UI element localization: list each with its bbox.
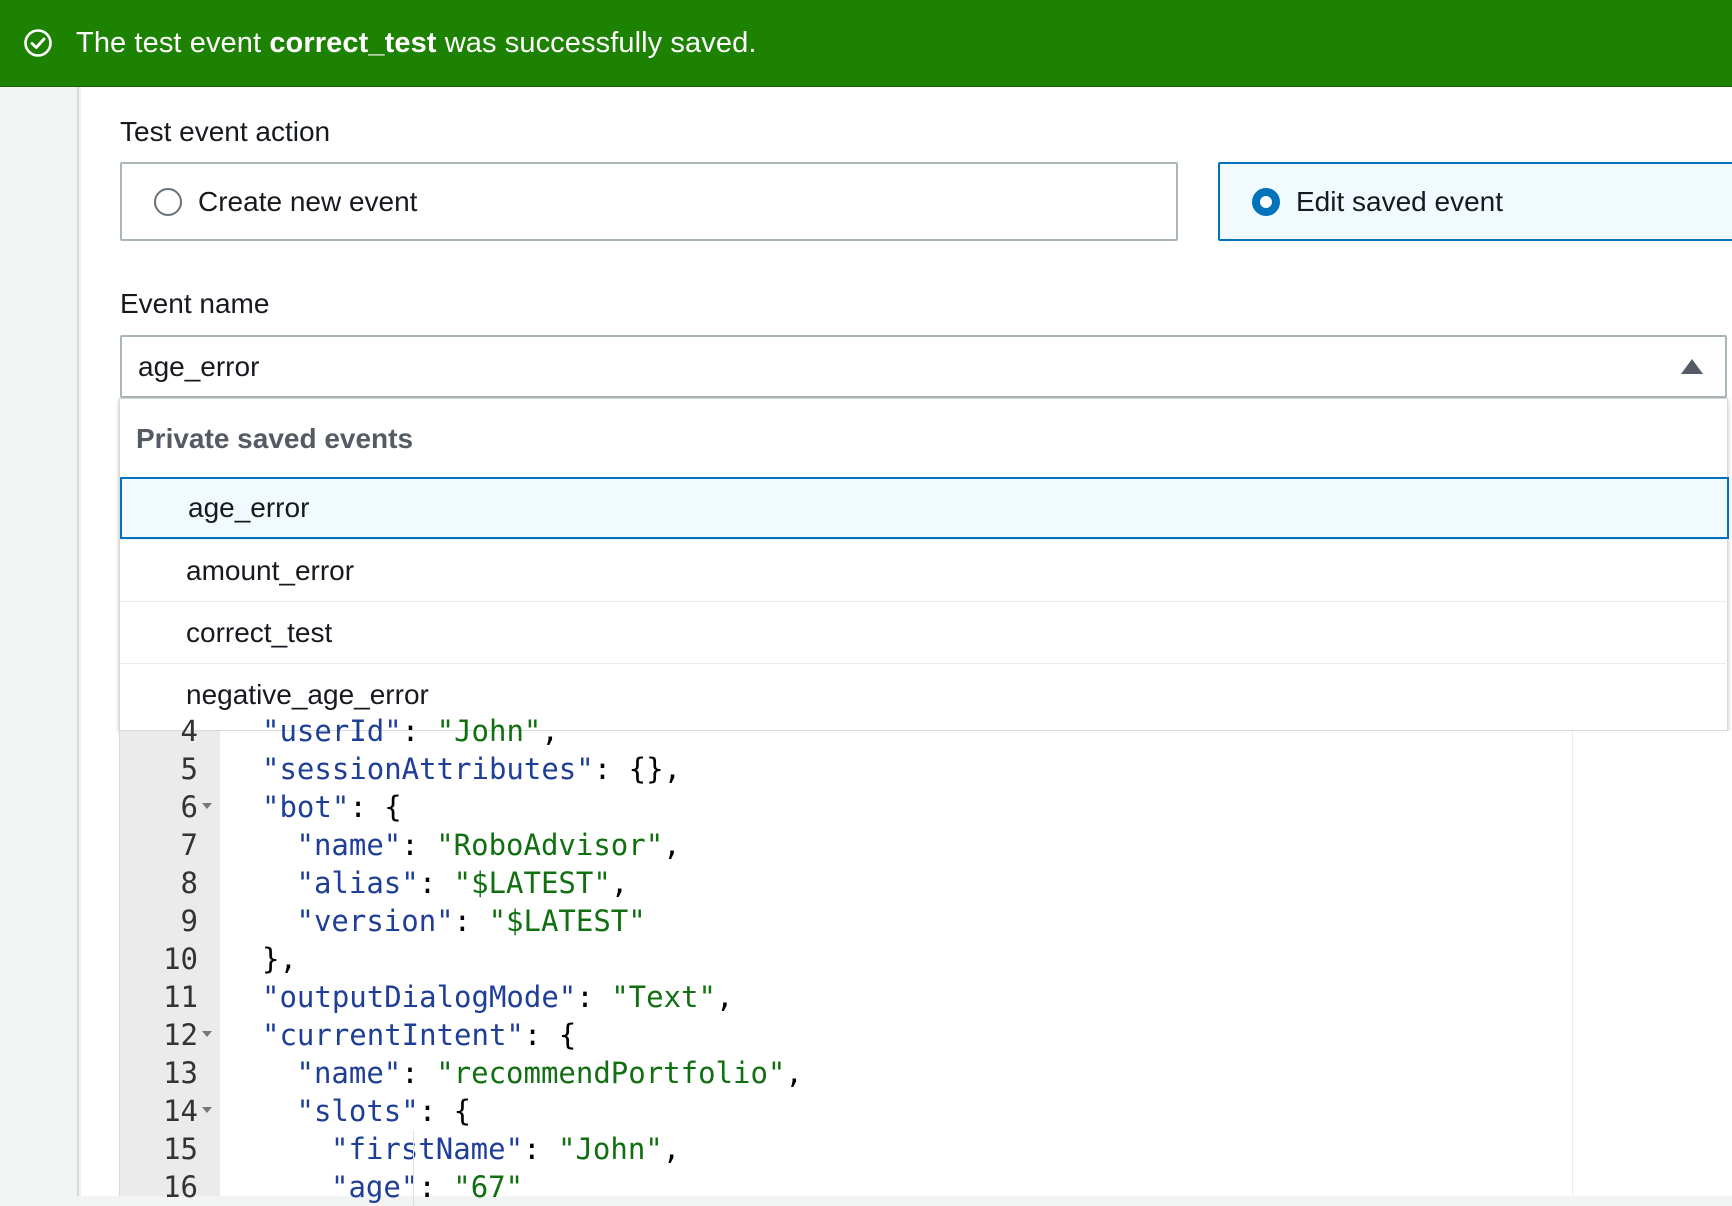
code-line: 8 "alias": "$LATEST", (120, 864, 1573, 902)
code-text: "userId": "John", (262, 714, 559, 748)
caret-up-icon (1681, 359, 1703, 374)
code-text: "sessionAttributes": {}, (262, 752, 682, 786)
json-string-value: "Text" (611, 980, 716, 1014)
code-text: "slots": { (296, 1094, 472, 1128)
line-number: 4 (180, 714, 198, 748)
json-key: "alias" (296, 866, 419, 900)
fold-toggle-icon[interactable] (202, 1031, 212, 1037)
code-text: "currentIntent": { (262, 1018, 577, 1052)
event-name-selected-value: age_error (138, 350, 260, 382)
line-number: 12 (163, 1018, 198, 1052)
code-line: 4 "userId": "John", (120, 712, 1573, 750)
code-text: }, (262, 942, 297, 976)
code-line: 6 "bot": { (120, 788, 1573, 826)
event-name-label: Event name (120, 288, 270, 319)
json-string-value: "recommendPortfolio" (436, 1056, 786, 1090)
dropdown-option-age-error[interactable]: age_error (120, 477, 1729, 539)
fold-toggle-icon[interactable] (202, 803, 212, 809)
json-string-value: "$LATEST" (453, 866, 611, 900)
json-key: "name" (296, 1056, 402, 1090)
fold-toggle-icon[interactable] (202, 1107, 212, 1113)
success-flash-banner: The test event correct_test was successf… (0, 0, 1732, 87)
line-number: 10 (163, 942, 198, 976)
event-name-dropdown: Private saved events age_error amount_er… (119, 398, 1729, 731)
create-new-event-radio[interactable] (154, 187, 182, 216)
edit-saved-event-option[interactable]: Edit saved event (1218, 162, 1732, 241)
line-number: 13 (163, 1056, 198, 1090)
json-key: "version" (296, 904, 454, 938)
json-string-value: "John" (436, 714, 542, 748)
edit-saved-event-radio[interactable] (1252, 187, 1280, 216)
line-number: 5 (180, 752, 198, 786)
private-saved-events-group-label: Private saved events (136, 423, 414, 454)
json-string-value: "$LATEST" (488, 904, 646, 938)
json-key: "userId" (262, 714, 402, 748)
json-key: "sessionAttributes" (262, 752, 594, 786)
json-key: "bot" (262, 790, 350, 824)
json-key: "firstName" (331, 1132, 524, 1166)
line-number: 8 (180, 866, 198, 900)
indent-guide (413, 1130, 414, 1168)
code-line: 10}, (120, 940, 1573, 978)
right-blank-area (1572, 731, 1732, 1196)
line-number: 14 (163, 1094, 198, 1128)
check-circle-icon (22, 27, 54, 59)
flash-message: The test event correct_test was successf… (76, 26, 757, 59)
flash-event-name: correct_test (269, 26, 437, 59)
code-text: "firstName": "John", (331, 1132, 681, 1166)
json-key: "age" (331, 1170, 419, 1204)
code-line: 5 "sessionAttributes": {}, (120, 750, 1573, 788)
code-text: "outputDialogMode": "Text", (262, 980, 734, 1014)
json-string-value: "John" (557, 1132, 663, 1166)
left-gutter (0, 87, 79, 1196)
code-text: "alias": "$LATEST", (296, 866, 629, 900)
event-name-select[interactable]: age_error (120, 335, 1727, 398)
code-text: "name": "recommendPortfolio", (296, 1056, 803, 1090)
line-number: 11 (163, 980, 198, 1014)
line-number: 16 (163, 1170, 198, 1204)
code-line: 12 "currentIntent": { (120, 1016, 1573, 1054)
code-line: 7 "name": "RoboAdvisor", (120, 826, 1573, 864)
code-line: 15 "firstName": "John", (120, 1130, 1573, 1168)
json-key: "currentIntent" (262, 1018, 524, 1052)
code-line: 9 "version": "$LATEST" (120, 902, 1573, 940)
indent-guide (413, 1168, 414, 1206)
code-text: "name": "RoboAdvisor", (296, 828, 681, 862)
line-number: 6 (180, 790, 198, 824)
event-json-editor[interactable]: 4 "userId": "John", 5 "sessionAttributes": … (119, 714, 1573, 1206)
dropdown-option-correct-test[interactable]: correct_test (120, 601, 1729, 663)
json-key: "slots" (296, 1094, 419, 1128)
json-string-value: "67" (453, 1170, 524, 1204)
code-line: 16 "age": "67" (120, 1168, 1573, 1206)
create-new-event-label: Create new event (198, 185, 418, 217)
code-line: 13 "name": "recommendPortfolio", (120, 1054, 1573, 1092)
json-key: "outputDialogMode" (262, 980, 577, 1014)
code-text: "age": "67" (331, 1170, 524, 1204)
line-number: 9 (180, 904, 198, 938)
code-text: "version": "$LATEST" (296, 904, 646, 938)
code-line: 14 "slots": { (120, 1092, 1573, 1130)
json-string-value: "RoboAdvisor" (436, 828, 664, 862)
edit-saved-event-label: Edit saved event (1296, 185, 1504, 217)
line-number: 7 (180, 828, 198, 862)
line-number: 15 (163, 1132, 198, 1166)
dropdown-option-amount-error[interactable]: amount_error (120, 539, 1729, 601)
create-new-event-option[interactable]: Create new event (120, 162, 1178, 241)
code-line: 11 "outputDialogMode": "Text", (120, 978, 1573, 1016)
json-key: "name" (296, 828, 402, 862)
test-event-action-label: Test event action (120, 116, 331, 147)
code-text: "bot": { (262, 790, 402, 824)
